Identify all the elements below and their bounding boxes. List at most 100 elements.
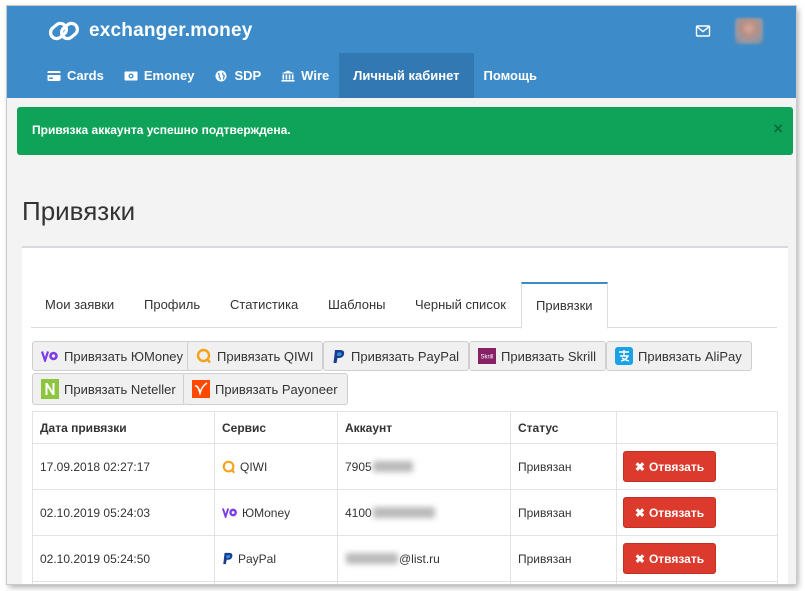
bind-skrill-button[interactable]: Skrill Привязать Skrill [469,341,607,371]
profile-tabs: Мои заявки Профиль Статистика Шаблоны Че… [31,282,777,329]
unbind-label: Отвязать [648,551,705,566]
bind-button-label: Привязать QIWI [217,348,314,364]
binding-date: 02.10.2019 05:24:50 [40,551,151,566]
yoomoney-icon [41,351,58,362]
yoomoney-icon [222,508,237,518]
nav-cards[interactable]: Cards [37,53,114,98]
bind-paypal-button[interactable]: Привязать PayPal [323,341,470,371]
column-header: Аккаунт [337,412,510,443]
main-nav: Cards Emoney SDP Wire Личный кабинет Пом… [37,53,547,98]
payoneer-icon [192,380,210,398]
qiwi-icon [222,460,236,473]
nav-label: Emoney [143,68,195,83]
bank-icon [281,70,295,82]
nav-help[interactable]: Помощь [474,53,547,98]
redacted-account-part [346,553,398,564]
card-icon [47,70,61,81]
close-icon: ✖ [634,459,645,474]
qiwi-icon [196,348,211,364]
bind-payoneer-button[interactable]: Привязать Payoneer [183,373,348,405]
table-cell [510,582,616,584]
user-avatar[interactable] [735,18,763,44]
neteller-icon [41,379,59,399]
unbind-button[interactable]: ✖ Отвязать [623,451,716,482]
nav-sdp[interactable]: SDP [204,53,271,98]
globe-icon [215,70,227,81]
service-name: PayPal [238,551,277,566]
paypal-icon [333,349,345,363]
bind-yoomoney-button[interactable]: Привязать ЮMoney [32,341,194,371]
binding-action-cell: ✖ Отвязать [616,444,779,489]
tab-blacklist[interactable]: Черный список [415,282,506,328]
nav-emoney[interactable]: Emoney [114,53,205,98]
unbind-label: Отвязать [648,505,705,520]
binding-account: 7905 [337,444,510,489]
bind-button-label: Привязать Neteller [64,381,176,397]
bind-qiwi-button[interactable]: Привязать QIWI [187,341,324,371]
unbind-button[interactable]: ✖ Отвязать [623,543,716,574]
binding-action-cell: ✖ Отвязать [616,490,779,535]
column-header [616,412,779,443]
bind-button-label: Привязать Payoneer [215,381,338,397]
column-header: Сервис [214,412,337,443]
nav-label: Помощь [483,68,537,83]
page-title: Привязки [22,196,136,226]
redacted-account-part [372,461,413,472]
tab-templates[interactable]: Шаблоны [328,282,386,328]
money-icon [124,71,138,80]
tab-profile[interactable]: Профиль [144,282,200,328]
brand[interactable]: exchanger.money [47,16,253,46]
tab-my-orders[interactable]: Мои заявки [45,282,114,328]
nav-label: Wire [301,68,330,83]
close-icon: ✖ [634,551,645,566]
table-row: 02.10.2019 05:24:50 PayPal @list.ru Прив… [33,536,777,582]
service-name: ЮMoney [242,505,291,520]
bindings-table: Дата привязки Сервис Аккаунт Статус 17.0… [32,411,778,584]
bindings-panel: Мои заявки Профиль Статистика Шаблоны Че… [22,246,788,584]
account-visible: 4100 [345,505,372,520]
paypal-icon [223,552,233,565]
unbind-button[interactable]: ✖ Отвязать [623,497,716,528]
nav-label: Cards [67,68,104,83]
binding-account: @list.ru [337,536,510,581]
tab-bindings[interactable]: Привязки [521,282,608,329]
close-icon[interactable]: × [773,120,783,137]
binding-status: Привязан [510,536,616,581]
nav-label: SDP [234,68,262,83]
alert-message: Привязка аккаунта успешно подтверждена. [32,123,291,137]
column-header: Статус [510,412,616,443]
unbind-label: Отвязать [648,459,705,474]
nav-personal-account[interactable]: Личный кабинет [339,53,474,98]
binding-action-cell: ✖ Отвязать [616,536,779,581]
top-header: exchanger.money Cards Emoney SDP Wire Ли… [7,6,796,98]
skrill-icon: Skrill [478,348,496,364]
binding-date: 17.09.2018 02:27:17 [40,459,151,474]
nav-wire[interactable]: Wire [271,53,339,98]
envelope-icon[interactable] [695,24,711,38]
nav-label: Личный кабинет [353,68,460,83]
success-alert: Привязка аккаунта успешно подтверждена. … [17,107,793,155]
table-row: 17.09.2018 02:27:17 QIWI 7905 Привязан ✖… [33,444,777,490]
binding-status: Привязан [510,490,616,535]
column-header: Дата привязки [40,420,127,435]
bind-button-label: Привязать ЮMoney [64,348,184,364]
bind-alipay-button[interactable]: Привязать AliPay [606,341,752,371]
brand-name: exchanger.money [89,20,253,41]
table-cell [337,582,510,584]
binding-service: PayPal [214,536,337,581]
tab-statistics[interactable]: Статистика [230,282,298,328]
account-suffix: @list.ru [399,551,440,566]
bind-neteller-button[interactable]: Привязать Neteller [32,373,186,405]
binding-status: Привязан [510,444,616,489]
table-cell [214,582,337,584]
table-cell [616,582,779,584]
redacted-account-part [372,507,435,518]
binding-date: 02.10.2019 05:24:03 [40,505,151,520]
binding-service: ЮMoney [214,490,337,535]
service-name: QIWI [240,459,268,474]
browser-window: exchanger.money Cards Emoney SDP Wire Ли… [7,6,796,584]
close-icon: ✖ [634,505,645,520]
bind-button-label: Привязать Skrill [501,348,597,364]
chain-link-logo-icon [48,21,80,41]
table-row: 02.10.2019 05:24:03 ЮMoney 4100 Привязан… [33,490,777,536]
